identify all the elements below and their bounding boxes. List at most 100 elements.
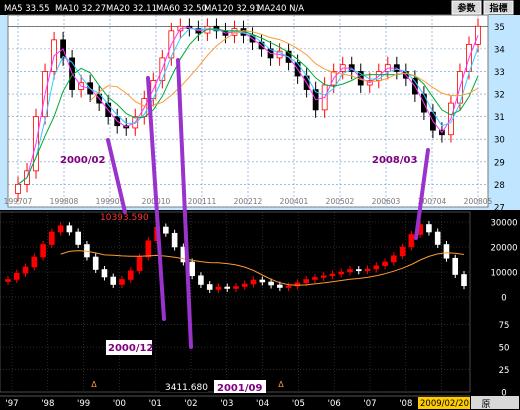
index-candle-body bbox=[31, 256, 38, 268]
stock-chart: MA5 33.55 MA10 32.27 MA20 32.11 MA60 32.50M… bbox=[0, 0, 520, 410]
top-x-tick: 200805 bbox=[464, 197, 493, 206]
index-candle-body bbox=[312, 277, 318, 280]
index-candle-body bbox=[119, 279, 125, 285]
index-candle-body bbox=[127, 270, 134, 280]
peak-label: 10393.590 bbox=[100, 213, 149, 223]
annotation-2000-02: 2000/02 bbox=[60, 155, 105, 166]
bottom-x-tick: '97 bbox=[5, 399, 18, 409]
index-candle-body bbox=[110, 276, 117, 285]
bottom-y-tick: 30000 bbox=[490, 219, 517, 229]
annotation-2008-03: 2008/03 bbox=[372, 155, 417, 166]
index-candle-body bbox=[233, 286, 239, 289]
bottom-x-tick: '07 bbox=[363, 399, 376, 409]
index-candle-body bbox=[92, 256, 99, 270]
index-candle-body bbox=[426, 224, 432, 233]
bottom-y-tick: 10000 bbox=[490, 269, 517, 279]
index-candle-body bbox=[224, 286, 231, 289]
index-candle-body bbox=[347, 269, 353, 273]
index-candle-body bbox=[338, 271, 345, 275]
price-candle-body bbox=[15, 184, 21, 194]
index-candle-body bbox=[364, 268, 371, 272]
annotation-2001-09: 2001/09 bbox=[217, 383, 262, 394]
index-candle-body bbox=[49, 231, 55, 245]
toolbar-button-label[interactable]: 指標 bbox=[489, 2, 507, 14]
ma-readout: MA60 32.50 bbox=[156, 4, 207, 14]
index-candle-body bbox=[40, 244, 46, 258]
index-candle-body bbox=[434, 231, 441, 245]
index-candle-body bbox=[215, 286, 222, 290]
index-candle-body bbox=[145, 240, 152, 258]
corner-label: 原 bbox=[481, 399, 490, 410]
index-candle-body bbox=[355, 269, 362, 272]
index-candle-body bbox=[303, 279, 309, 284]
top-y-tick: 31 bbox=[494, 113, 505, 123]
top-x-tick: 200603 bbox=[372, 197, 401, 206]
index-candle-body bbox=[399, 246, 406, 257]
bottom-plot-area bbox=[0, 211, 471, 393]
index-candle-body bbox=[408, 234, 415, 248]
top-x-tick: 200111 bbox=[188, 197, 217, 206]
index-candle-body bbox=[57, 225, 64, 233]
index-candle-body bbox=[189, 261, 195, 277]
index-candle-body bbox=[75, 231, 81, 245]
bottom-x-tick: '05 bbox=[292, 399, 305, 409]
ma-readout: MA120 32.91 bbox=[204, 4, 260, 14]
index-candle-body bbox=[259, 279, 266, 283]
top-x-tick: 200401 bbox=[280, 197, 309, 206]
top-y-tick: 30 bbox=[494, 136, 505, 146]
top-y-tick: 28 bbox=[494, 181, 505, 191]
index-candle-body bbox=[268, 281, 274, 286]
top-y-tick: 29 bbox=[494, 158, 505, 168]
index-candle-body bbox=[101, 269, 108, 278]
index-candle-body bbox=[382, 261, 388, 267]
index-candle-body bbox=[320, 275, 327, 278]
bottom-x-tick: '98 bbox=[41, 399, 54, 409]
chart-window: MA5 33.55 MA10 32.27 MA20 32.11 MA60 32.50 M… bbox=[0, 0, 520, 410]
bottom-y-tick: 75 bbox=[499, 321, 510, 331]
bottom-x-tick: '06 bbox=[328, 399, 341, 409]
low-label: 3411.680 bbox=[165, 383, 208, 393]
date-readout: 2009/02/20 bbox=[420, 399, 469, 409]
bottom-x-tick: '99 bbox=[77, 399, 90, 409]
bottom-y-tick: 0 bbox=[501, 294, 506, 304]
bottom-x-tick: '02 bbox=[184, 399, 197, 409]
bottom-x-tick: '08 bbox=[399, 399, 412, 409]
top-y-tick: 34 bbox=[494, 45, 505, 55]
index-candle-body bbox=[461, 274, 467, 287]
top-y-tick: 35 bbox=[494, 23, 505, 33]
top-y-tick: 33 bbox=[494, 68, 505, 78]
ma-readout: MA10 32.27 bbox=[55, 4, 106, 14]
corner-box bbox=[471, 396, 519, 409]
index-candle-body bbox=[13, 272, 20, 280]
annotation-2000-12: 2000/12 bbox=[108, 343, 153, 354]
bottom-x-tick: '04 bbox=[256, 399, 269, 409]
ma-readout: MA20 32.11 bbox=[106, 4, 157, 14]
bottom-x-tick: '03 bbox=[220, 399, 233, 409]
period-marker-icon: Δ bbox=[278, 380, 284, 389]
index-candle-body bbox=[277, 284, 283, 288]
top-y-tick: 32 bbox=[494, 91, 505, 101]
bottom-x-tick: '01 bbox=[149, 399, 162, 409]
toolbar-button-label[interactable]: 参数 bbox=[457, 2, 476, 14]
index-candle-body bbox=[5, 279, 11, 282]
index-candle-body bbox=[22, 266, 29, 274]
index-candle-body bbox=[66, 225, 73, 233]
index-candle-body bbox=[163, 226, 169, 234]
index-candle-body bbox=[250, 279, 257, 285]
index-candle-body bbox=[329, 273, 336, 277]
index-candle-body bbox=[285, 285, 292, 288]
index-candle-body bbox=[452, 257, 459, 275]
period-marker-icon: Δ bbox=[91, 380, 97, 389]
top-x-tick: 199808 bbox=[50, 197, 79, 206]
index-candle-body bbox=[136, 256, 143, 272]
index-candle-body bbox=[206, 284, 213, 290]
index-candle-body bbox=[241, 283, 248, 287]
top-x-tick: 200212 bbox=[234, 197, 263, 206]
index-candle-body bbox=[373, 265, 380, 270]
index-candle-body bbox=[443, 244, 450, 259]
bottom-x-tick: '00 bbox=[113, 399, 126, 409]
index-candle-body bbox=[171, 232, 178, 248]
bottom-y-tick: 20000 bbox=[490, 244, 517, 254]
bottom-y-tick: 25 bbox=[499, 366, 510, 376]
index-candle-body bbox=[391, 255, 397, 263]
